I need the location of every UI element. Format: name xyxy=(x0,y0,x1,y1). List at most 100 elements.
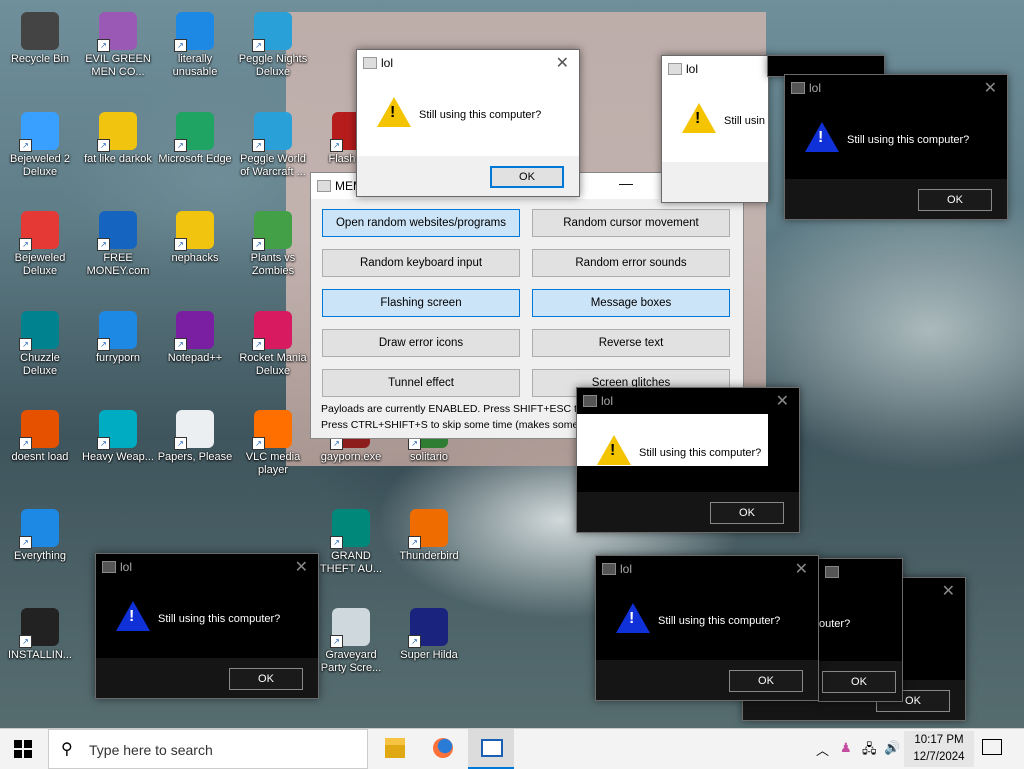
shortcut-arrow-icon: ↗ xyxy=(97,238,110,251)
ok-button[interactable]: OK xyxy=(918,189,992,211)
firefox-taskbar-button[interactable] xyxy=(420,729,466,769)
user-tray-icon[interactable]: ♟ xyxy=(840,740,852,756)
payload-button-reverse-text[interactable]: Reverse text xyxy=(532,329,730,357)
close-icon[interactable]: ✕ xyxy=(295,557,308,577)
dialog-titlebar xyxy=(819,559,902,585)
desktop-icon-everything[interactable]: ↗ Everything xyxy=(2,503,78,563)
dialog-footer: OK xyxy=(819,661,902,701)
desktop-icon-doesnt-load[interactable]: ↗ doesnt load xyxy=(2,404,78,464)
desktop-icon-literally-unusable[interactable]: ↗ literally unusable xyxy=(157,6,233,79)
ok-button[interactable]: OK xyxy=(710,502,784,524)
desktop-icon-label: literally unusable xyxy=(172,53,218,78)
dialog-title: lol xyxy=(381,56,394,70)
plants-vs-zombies-icon: ↗ xyxy=(252,211,292,251)
thunderbird-icon: ↗ xyxy=(408,509,448,549)
shortcut-arrow-icon: ↗ xyxy=(97,437,110,450)
memz-info-line-1: Payloads are currently ENABLED. Press SH… xyxy=(321,403,577,415)
papers-please-icon: ↗ xyxy=(174,410,214,450)
desktop-icon-graveyard-party[interactable]: ↗ Graveyard Party Scre... xyxy=(313,602,389,675)
desktop-icon-rocket-mania[interactable]: ↗ Rocket Mania Deluxe xyxy=(235,305,311,378)
desktop-icon-label: Everything xyxy=(14,550,66,562)
desktop-icon-microsoft-edge[interactable]: ↗ Microsoft Edge xyxy=(157,106,233,166)
payload-button-random-error-sounds[interactable]: Random error sounds xyxy=(532,249,730,277)
desktop-icon-evil-green-men[interactable]: ↗ EVIL GREEN MEN CO... xyxy=(80,6,156,79)
vlc-media-player-icon: ↗ xyxy=(252,410,292,450)
payload-button-message-boxes[interactable]: Message boxes xyxy=(532,289,730,317)
desktop-icon-free-money[interactable]: ↗ FREE MONEY.com xyxy=(80,205,156,278)
desktop-icon-chuzzle-deluxe[interactable]: ↗ Chuzzle Deluxe xyxy=(2,305,78,378)
ok-button[interactable]: OK xyxy=(490,166,564,188)
window-icon xyxy=(481,739,503,757)
network-icon[interactable]: 🖧 xyxy=(862,740,877,762)
desktop-icon-super-hilda[interactable]: ↗ Super Hilda xyxy=(391,602,467,662)
clock[interactable]: 10:17 PM 12/7/2024 xyxy=(904,731,974,767)
desktop-icon-label: Bejeweled Deluxe xyxy=(14,252,66,277)
peggle-nights-icon: ↗ xyxy=(252,12,292,52)
desktop-icon-peggle-world[interactable]: ↗ Peggle World of Warcraft ... xyxy=(235,106,311,179)
search-icon: ⚲ xyxy=(61,741,73,758)
payload-button-tunnel-effect[interactable]: Tunnel effect xyxy=(322,369,520,397)
ok-button[interactable]: OK xyxy=(822,671,896,693)
shortcut-arrow-icon: ↗ xyxy=(19,635,32,648)
minimize-icon[interactable]: — xyxy=(619,175,633,191)
desktop[interactable]: Recycle Bin ↗ EVIL GREEN MEN CO... ↗ literal… xyxy=(0,0,1024,728)
dialog-dark-bottom-center: lol ✕! Still using this computer? OK xyxy=(595,555,819,701)
desktop-icon-nephacks[interactable]: ↗ nephacks xyxy=(157,205,233,265)
close-icon[interactable]: ✕ xyxy=(795,559,808,579)
volume-icon[interactable]: 🔊 xyxy=(884,740,900,756)
desktop-icon-furryporn[interactable]: ↗ furryporn xyxy=(80,305,156,365)
desktop-icon-notepad-plus-plus[interactable]: ↗ Notepad++ xyxy=(157,305,233,365)
desktop-icon-label: Papers, Please xyxy=(157,451,233,463)
desktop-icon-vlc-media-player[interactable]: ↗ VLC media player xyxy=(235,404,311,477)
ok-button[interactable]: OK xyxy=(729,670,803,692)
desktop-icon-bejeweled-2[interactable]: ↗ Bejeweled 2 Deluxe xyxy=(2,106,78,179)
taskbar-search-box[interactable]: ⚲ Type here to search xyxy=(48,729,368,769)
fat-like-darkok-icon: ↗ xyxy=(97,112,137,152)
app-icon xyxy=(602,563,616,575)
dialog-title: lol xyxy=(120,560,133,574)
desktop-icon-label: Super Hilda xyxy=(400,649,458,661)
desktop-icon-grand-theft-auto[interactable]: ↗ GRAND THEFT AU... xyxy=(313,503,389,576)
app-icon xyxy=(825,566,839,578)
close-icon[interactable]: ✕ xyxy=(776,391,789,411)
show-hidden-icons-chevron[interactable]: ︿ xyxy=(816,740,829,759)
shortcut-arrow-icon: ↗ xyxy=(330,635,343,648)
dialog-footer: OK xyxy=(596,660,818,700)
close-icon[interactable]: ✕ xyxy=(942,581,955,601)
notifications-icon[interactable] xyxy=(982,739,1002,755)
payload-button-random-cursor-movement[interactable]: Random cursor movement xyxy=(532,209,730,237)
desktop-icon-label: INSTALLIN... xyxy=(8,649,72,661)
payload-button-open-random-websites-programs[interactable]: Open random websites/programs xyxy=(322,209,520,237)
dialog-message: Still using this computer? xyxy=(658,615,781,627)
warning-icon: ! xyxy=(377,97,411,127)
file-explorer-taskbar-button[interactable] xyxy=(372,729,418,769)
close-icon[interactable]: ✕ xyxy=(556,53,569,73)
payload-button-flashing-screen[interactable]: Flashing screen xyxy=(322,289,520,317)
desktop-icon-label: Graveyard Party Scre... xyxy=(320,649,382,674)
desktop-icon-heavy-weapon[interactable]: ↗ Heavy Weap... xyxy=(80,404,156,464)
desktop-icon-papers-please[interactable]: ↗ Papers, Please xyxy=(157,404,233,464)
notepad-plus-plus-icon: ↗ xyxy=(174,311,214,351)
desktop-icon-installing[interactable]: ↗ INSTALLIN... xyxy=(2,602,78,662)
desktop-icon-bejeweled-deluxe[interactable]: ↗ Bejeweled Deluxe xyxy=(2,205,78,278)
desktop-icon-plants-vs-zombies[interactable]: ↗ Plants vs Zombies xyxy=(235,205,311,278)
warning-icon: ! xyxy=(597,435,631,465)
desktop-icon-recycle-bin[interactable]: Recycle Bin xyxy=(2,6,78,66)
desktop-icon-label: nephacks xyxy=(171,252,219,264)
desktop-icon-label: Plants vs Zombies xyxy=(250,252,296,277)
dialog-message: outer? xyxy=(819,618,851,630)
ok-button[interactable]: OK xyxy=(229,668,303,690)
payload-button-draw-error-icons[interactable]: Draw error icons xyxy=(322,329,520,357)
payload-button-random-keyboard-input[interactable]: Random keyboard input xyxy=(322,249,520,277)
literally-unusable-icon: ↗ xyxy=(174,12,214,52)
desktop-icon-peggle-nights[interactable]: ↗ Peggle Nights Deluxe xyxy=(235,6,311,79)
taskbar: ⚲ Type here to search ︿ ♟ 🖧 🔊 10:17 PM 1… xyxy=(0,728,1024,769)
close-icon[interactable]: ✕ xyxy=(984,78,997,98)
firefox-icon xyxy=(433,738,453,758)
desktop-icon-fat-like-darkok[interactable]: ↗ fat like darkok xyxy=(80,106,156,166)
desktop-icon-thunderbird[interactable]: ↗ Thunderbird xyxy=(391,503,467,563)
start-button[interactable] xyxy=(14,740,32,758)
installing-icon: ↗ xyxy=(19,608,59,648)
memz-taskbar-button[interactable] xyxy=(468,729,514,769)
shortcut-arrow-icon: ↗ xyxy=(174,39,187,52)
